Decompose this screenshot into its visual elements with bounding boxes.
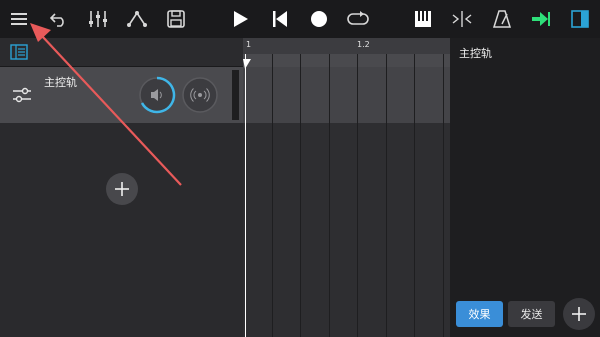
add-track-button[interactable]: [106, 173, 138, 205]
playhead[interactable]: [245, 54, 246, 337]
timeline-area[interactable]: 1 1.2: [243, 38, 450, 337]
loop-icon[interactable]: [341, 0, 375, 38]
ruler-label-bar-1: 1: [246, 40, 252, 49]
automation-icon[interactable]: [120, 0, 154, 38]
track-list-header: [0, 38, 243, 67]
track-view-icon[interactable]: [10, 44, 28, 64]
skip-to-start-icon[interactable]: [263, 0, 297, 38]
piano-icon[interactable]: [406, 0, 440, 38]
timeline-ruler[interactable]: 1 1.2: [243, 38, 450, 54]
menu-icon[interactable]: [3, 0, 37, 38]
save-icon[interactable]: [159, 0, 193, 38]
panel-toggle-icon[interactable]: [563, 0, 597, 38]
track-settings-icon[interactable]: [12, 87, 32, 107]
master-track-lane[interactable]: [243, 67, 450, 123]
track-list-panel: 主控轨: [0, 38, 243, 337]
inspector-panel: 主控轨 效果 发送: [450, 38, 600, 337]
play-icon[interactable]: [223, 0, 257, 38]
pan-knob[interactable]: [181, 76, 219, 114]
master-track-row[interactable]: 主控轨: [0, 67, 243, 123]
effects-tab-button[interactable]: 效果: [456, 301, 503, 327]
ruler-label-bar-1-2: 1.2: [357, 40, 370, 49]
inspector-title: 主控轨: [459, 47, 492, 60]
add-effect-button[interactable]: [563, 298, 595, 330]
volume-knob[interactable]: [138, 76, 176, 114]
metronome-icon[interactable]: [485, 0, 519, 38]
playhead-marker-icon[interactable]: [243, 54, 251, 73]
undo-icon[interactable]: [42, 0, 76, 38]
record-icon[interactable]: [302, 0, 336, 38]
split-icon[interactable]: [445, 0, 479, 38]
track-name: 主控轨: [44, 76, 77, 89]
track-scroll-handle[interactable]: [232, 70, 239, 120]
mixer-icon[interactable]: [81, 0, 115, 38]
export-icon[interactable]: [524, 0, 558, 38]
timeline-subruler: [243, 54, 450, 67]
send-tab-button[interactable]: 发送: [508, 301, 555, 327]
toolbar: [0, 0, 600, 38]
app-window: 主控轨 1 1.2 主控轨 效果 发送: [0, 0, 600, 337]
